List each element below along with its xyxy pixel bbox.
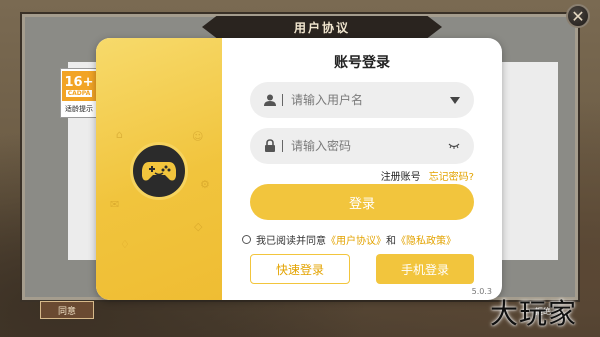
decor-icon: ☺ <box>192 130 204 143</box>
gamepad-icon <box>130 142 188 200</box>
watermark-logo: 大玩家 <box>490 297 578 330</box>
age-rating-label: CADPA <box>65 89 93 97</box>
agreement-prefix: 我已阅读并同意 <box>256 236 326 247</box>
user-agreement-link[interactable]: 《用户协议》 <box>326 232 386 247</box>
login-form: 账号登录 注册账号忘记密码? 登录 <box>222 38 502 300</box>
username-input[interactable] <box>291 93 431 107</box>
register-link[interactable]: 注册账号 <box>381 172 421 183</box>
password-field[interactable] <box>250 128 474 164</box>
agreement-row: 我已阅读并同意 《用户协议》 和 《隐私政策》 <box>242 232 456 247</box>
dropdown-icon[interactable] <box>450 82 460 118</box>
forgot-password-link[interactable]: 忘记密码? <box>429 172 474 183</box>
login-dialog: ⌂ ✉ ☺ ⚙ ◇ ♢ 账号登录 请输入用户名 注册账号 忘记密码? 登录 我已… <box>96 38 502 300</box>
age-rating-icon: 16+ CADPA <box>62 71 96 101</box>
username-field[interactable] <box>250 82 474 118</box>
lock-icon <box>264 137 276 156</box>
login-button[interactable]: 登录 <box>250 184 474 220</box>
agreement-and: 和 <box>386 236 396 247</box>
field-divider <box>282 94 283 106</box>
field-divider <box>282 140 283 152</box>
close-icon[interactable]: ✕ <box>566 4 590 28</box>
privacy-policy-link[interactable]: 《隐私政策》 <box>396 232 456 247</box>
decor-icon: ◇ <box>194 220 203 233</box>
decor-icon: ⌂ <box>116 128 123 141</box>
decor-icon: ✉ <box>110 198 120 211</box>
account-links: 注册账号 忘记密码? <box>222 168 474 183</box>
age-rating-tip: 适龄提示 <box>65 105 93 113</box>
age-rating-badge: 16+ CADPA 适龄提示 <box>60 68 98 118</box>
agree-button[interactable]: 同意 <box>40 301 94 319</box>
version-label: 5.0.3 <box>471 287 492 296</box>
agreement-checkbox[interactable] <box>242 235 251 244</box>
eye-closed-icon[interactable] <box>448 128 460 164</box>
user-icon <box>264 91 276 110</box>
decor-icon: ⚙ <box>200 178 210 191</box>
login-title: 账号登录 <box>334 55 390 71</box>
password-input[interactable] <box>291 139 431 153</box>
login-brand-panel: ⌂ ✉ ☺ ⚙ ◇ ♢ <box>96 38 222 300</box>
age-rating-number: 16+ <box>64 74 94 90</box>
phone-login-button[interactable]: 手机登录 <box>376 254 474 284</box>
decor-icon: ♢ <box>120 238 130 251</box>
window-title: 用户协议 <box>202 16 442 38</box>
quick-login-button[interactable]: 快速登录 <box>250 254 350 284</box>
